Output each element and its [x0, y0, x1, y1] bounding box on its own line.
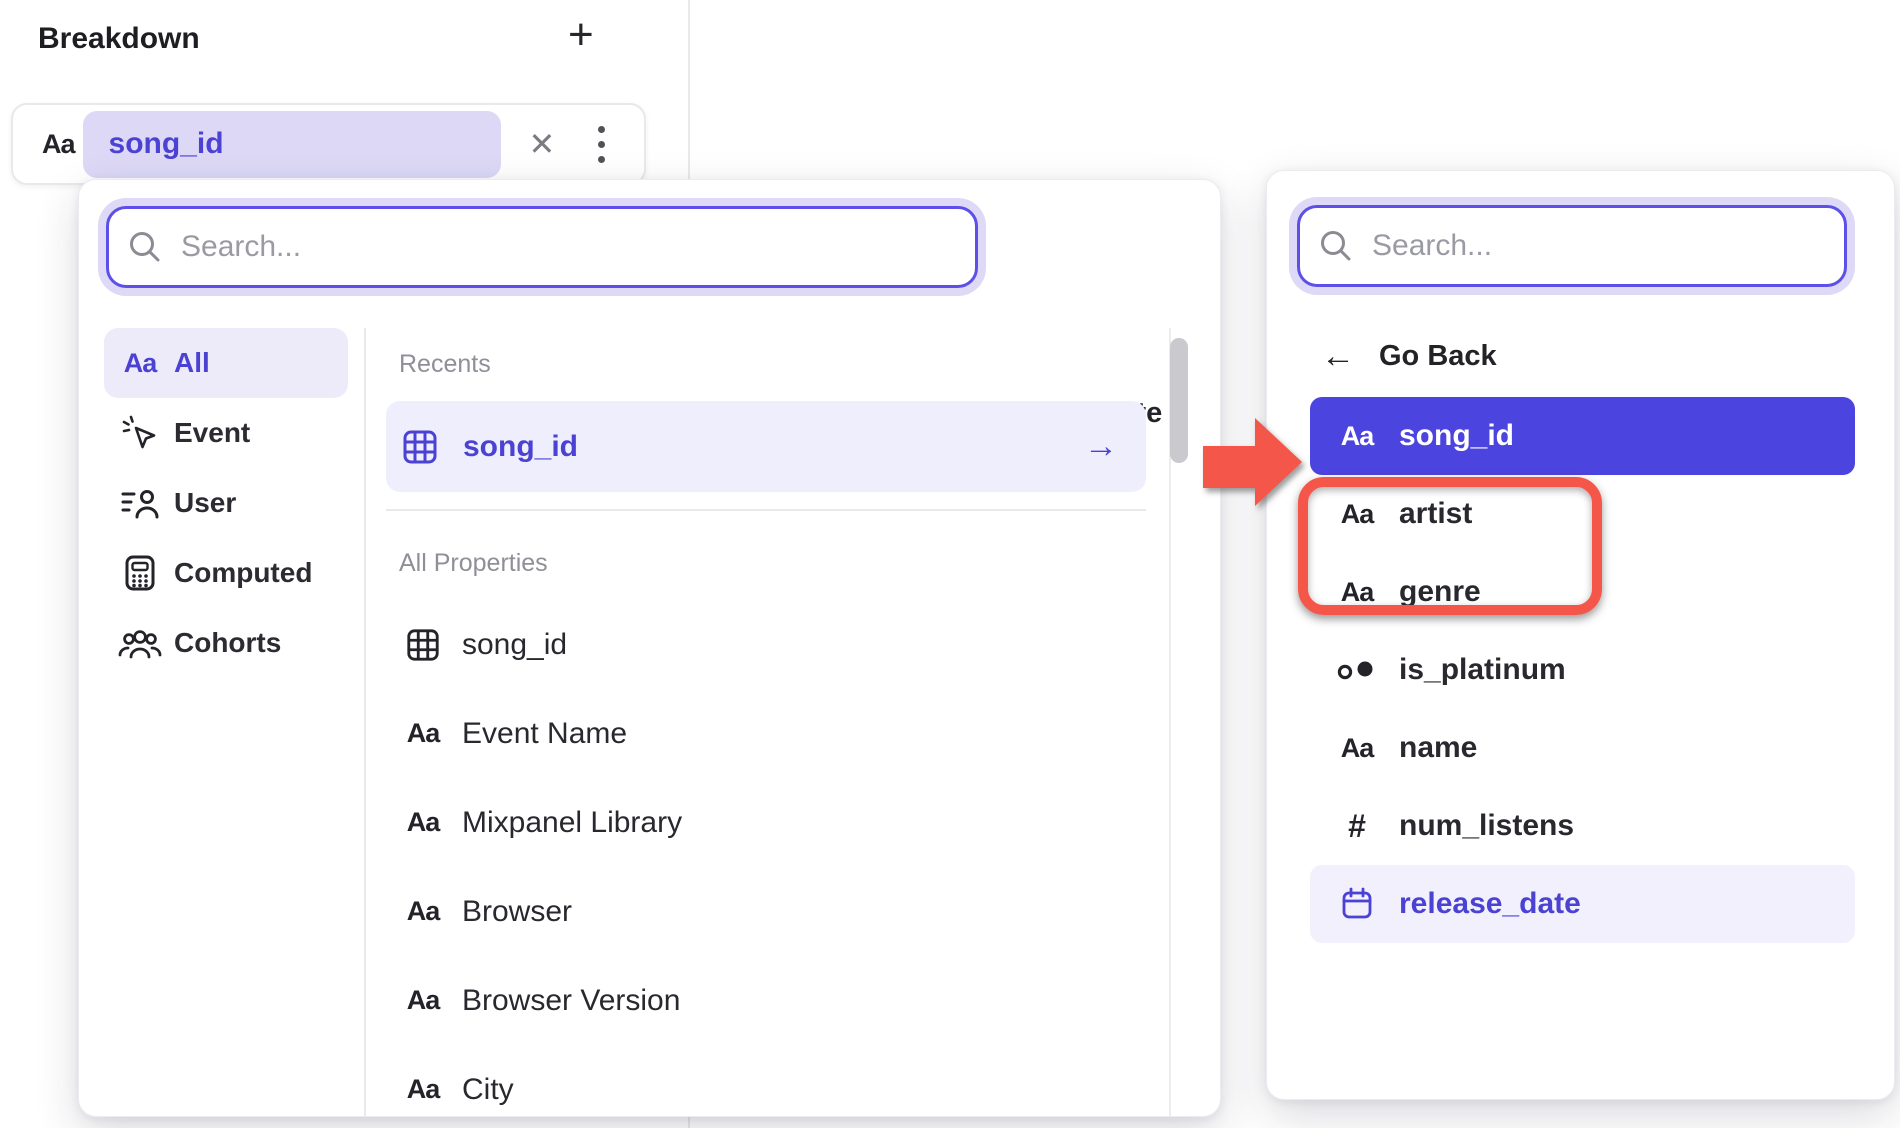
search-box	[1297, 205, 1847, 287]
category-event[interactable]: Event	[104, 398, 348, 468]
section-divider	[386, 509, 1146, 511]
category-cohorts[interactable]: Cohorts	[104, 608, 348, 678]
item-release-date[interactable]: release_date	[1310, 865, 1855, 943]
calculator-icon	[118, 554, 162, 592]
item-is-platinum[interactable]: is_platinum	[1310, 631, 1855, 709]
chip-menu-button[interactable]	[598, 126, 605, 163]
text-type-icon: Aa	[400, 896, 446, 927]
recent-item-song-id[interactable]: song_id →	[386, 401, 1146, 492]
property-list: song_id Aa Event Name Aa Mixpanel Librar…	[386, 600, 1146, 1128]
number-type-icon: #	[1333, 808, 1381, 845]
recents-header: Recents	[399, 350, 491, 379]
drill-in-arrow-icon: →	[1084, 427, 1118, 466]
text-type-icon: Aa	[1333, 421, 1381, 452]
search-icon	[127, 229, 163, 265]
search-box	[106, 206, 978, 288]
event-cursor-icon	[118, 414, 162, 452]
property-picker-panel: + Create Aa All Event	[78, 179, 1221, 1117]
item-num-listens[interactable]: # num_listens	[1310, 787, 1855, 865]
text-type-icon: Aa	[1333, 733, 1381, 764]
property-detail-panel: ← Go Back Aa song_id Aa artist Aa genre …	[1266, 170, 1895, 1100]
search-input[interactable]	[1370, 228, 1762, 264]
all-properties-header: All Properties	[399, 549, 548, 578]
boolean-type-icon	[1333, 655, 1381, 685]
chip-pill[interactable]: song_id	[83, 111, 501, 178]
breakdown-chip: Aa song_id ✕	[11, 103, 646, 185]
scrollbar-thumb[interactable]	[1170, 338, 1188, 463]
chip-value: song_id	[109, 127, 224, 161]
go-back-button[interactable]: ← Go Back	[1321, 339, 1497, 373]
text-type-icon: Aa	[400, 1074, 446, 1105]
people-group-icon	[118, 627, 162, 659]
page-title: Breakdown	[38, 22, 200, 56]
property-row-browser[interactable]: Aa Browser	[386, 867, 1146, 956]
category-list: Aa All Event Use	[104, 328, 348, 678]
annotation-highlight-box	[1298, 477, 1602, 615]
page: Breakdown + Aa song_id ✕ + Create Aa All	[0, 0, 1900, 1128]
table-icon	[401, 428, 439, 466]
category-user[interactable]: User	[104, 468, 348, 538]
property-row-city[interactable]: Aa City	[386, 1045, 1146, 1128]
text-type-icon: Aa	[400, 807, 446, 838]
panel-divider	[364, 328, 366, 1116]
remove-chip-button[interactable]: ✕	[529, 128, 556, 160]
calendar-icon	[1333, 886, 1381, 922]
search-input[interactable]	[179, 229, 803, 265]
category-all[interactable]: Aa All	[104, 328, 348, 398]
text-type-icon: Aa	[400, 985, 446, 1016]
property-row-browser-version[interactable]: Aa Browser Version	[386, 956, 1146, 1045]
category-computed[interactable]: Computed	[104, 538, 348, 608]
text-type-icon: Aa	[42, 129, 75, 160]
text-type-icon: Aa	[118, 348, 162, 379]
back-arrow-icon: ←	[1321, 339, 1355, 373]
property-row-song-id[interactable]: song_id	[386, 600, 1146, 689]
add-breakdown-button[interactable]: +	[568, 10, 594, 60]
search-icon	[1318, 228, 1354, 264]
property-row-mixpanel-library[interactable]: Aa Mixpanel Library	[386, 778, 1146, 867]
property-row-event-name[interactable]: Aa Event Name	[386, 689, 1146, 778]
annotation-arrow-icon	[1203, 414, 1302, 515]
table-icon	[400, 627, 446, 663]
item-name[interactable]: Aa name	[1310, 709, 1855, 787]
item-song-id-selected[interactable]: Aa song_id	[1310, 397, 1855, 475]
user-icon	[118, 487, 162, 519]
text-type-icon: Aa	[400, 718, 446, 749]
